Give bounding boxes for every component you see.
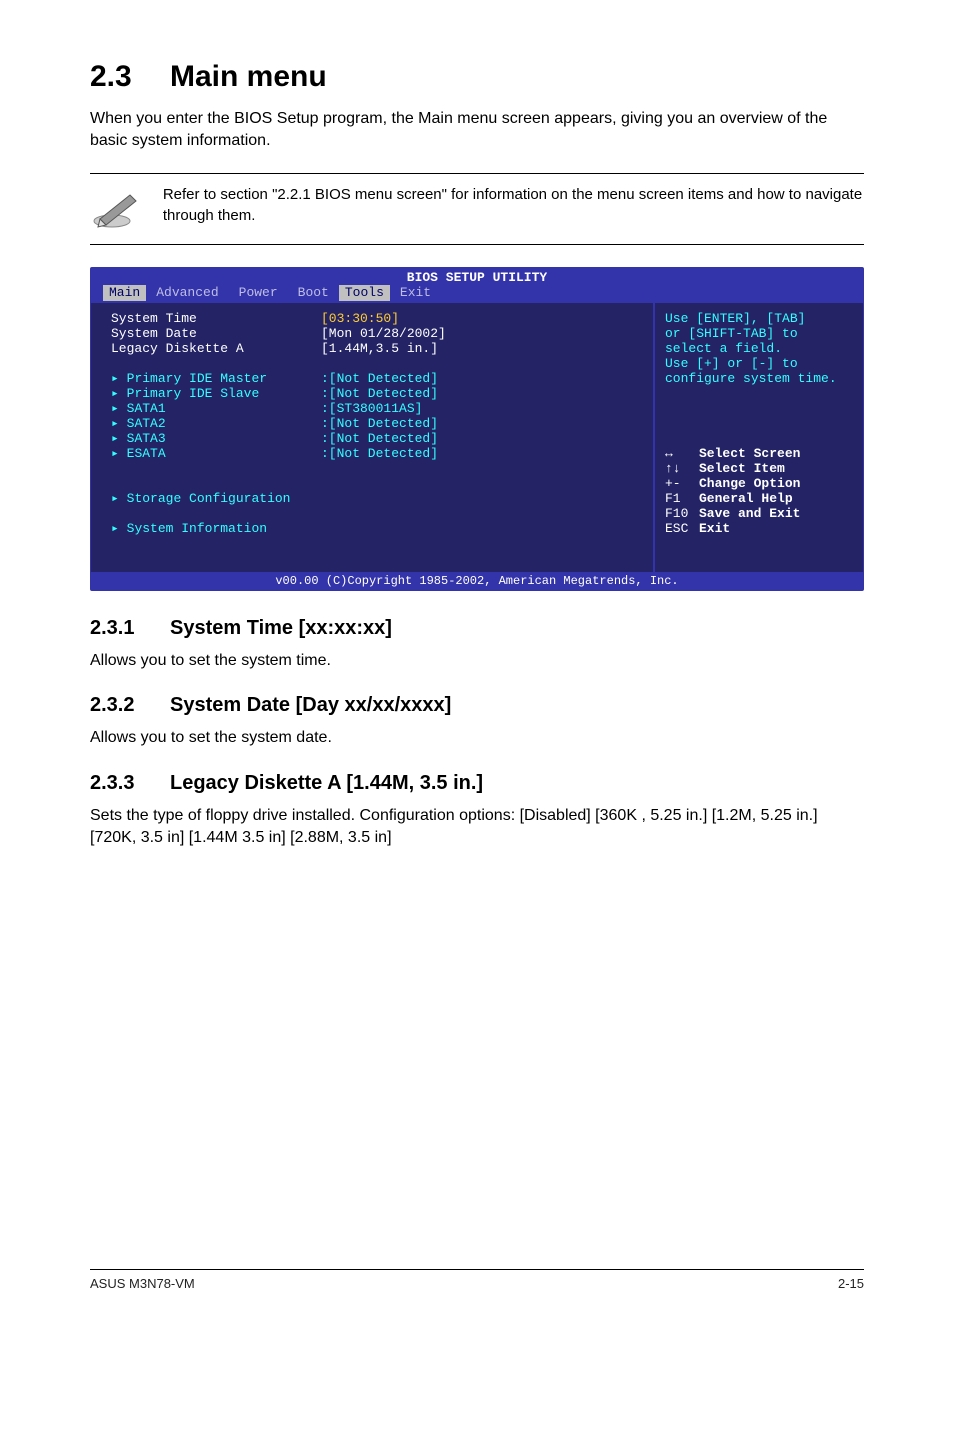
section-intro: When you enter the BIOS Setup program, t… xyxy=(90,108,864,153)
bios-item-label[interactable]: ▸ Primary IDE Slave xyxy=(111,386,321,401)
subsection-title: System Time [xx:xx:xx] xyxy=(170,617,392,639)
footer-right: 2-15 xyxy=(838,1276,864,1291)
bios-item-label[interactable]: ▸ ESATA xyxy=(111,446,321,461)
bios-item-value: :[Not Detected] xyxy=(321,431,438,446)
bios-help-keys: ↔Select Screen ↑↓Select Item +-Change Op… xyxy=(665,446,853,536)
bios-main-panel: System Time [03:30:50] System Date [Mon … xyxy=(91,303,653,572)
bios-tab-boot[interactable]: Boot xyxy=(288,285,339,301)
bios-item-value: :[ST380011AS] xyxy=(321,401,422,416)
note-pencil-icon xyxy=(90,184,143,234)
bios-menubar: Main Advanced Power Boot Tools Exit xyxy=(91,285,863,303)
bios-tab-exit[interactable]: Exit xyxy=(390,285,441,301)
bios-item-value: :[Not Detected] xyxy=(321,371,438,386)
subsection-heading: 2.3.1System Time [xx:xx:xx] xyxy=(90,617,864,640)
bios-item-value: :[Not Detected] xyxy=(321,446,438,461)
subsection-number: 2.3.1 xyxy=(90,617,170,640)
section-number: 2.3 xyxy=(90,60,170,94)
bios-date-label: System Date xyxy=(111,326,321,341)
bios-item-label[interactable]: ▸ Primary IDE Master xyxy=(111,371,321,386)
subsection-number: 2.3.2 xyxy=(90,694,170,717)
bios-help-line: select a field. xyxy=(665,341,853,356)
subsection-heading: 2.3.3Legacy Diskette A [1.44M, 3.5 in.] xyxy=(90,772,864,795)
bios-group[interactable]: ▸ Storage Configuration xyxy=(111,491,643,506)
bios-tab-main[interactable]: Main xyxy=(103,285,146,301)
bios-tab-power[interactable]: Power xyxy=(229,285,288,301)
bios-date-value[interactable]: [Mon 01/28/2002] xyxy=(321,326,446,341)
footer-left: ASUS M3N78-VM xyxy=(90,1276,195,1291)
bios-group[interactable]: ▸ System Information xyxy=(111,521,643,536)
note-block: Refer to section "2.2.1 BIOS menu screen… xyxy=(90,173,864,245)
bios-help-line: Use [+] or [-] to xyxy=(665,356,853,371)
bios-item-label[interactable]: ▸ SATA2 xyxy=(111,416,321,431)
subsection-title: Legacy Diskette A [1.44M, 3.5 in.] xyxy=(170,772,483,794)
subsection-body: Sets the type of floppy drive installed.… xyxy=(90,805,864,850)
bios-item-value: :[Not Detected] xyxy=(321,416,438,431)
subsection-heading: 2.3.2System Date [Day xx/xx/xxxx] xyxy=(90,694,864,717)
subsection-title: System Date [Day xx/xx/xxxx] xyxy=(170,694,451,716)
bios-help-line: or [SHIFT-TAB] to xyxy=(665,326,853,341)
bios-item-value: :[Not Detected] xyxy=(321,386,438,401)
bios-item-label[interactable]: ▸ SATA3 xyxy=(111,431,321,446)
bios-diskette-value[interactable]: [1.44M,3.5 in.] xyxy=(321,341,438,356)
bios-title: BIOS SETUP UTILITY xyxy=(91,268,863,285)
subsection-body: Allows you to set the system time. xyxy=(90,650,864,672)
section-title: Main menu xyxy=(170,60,327,93)
bios-time-label: System Time xyxy=(111,311,321,326)
bios-diskette-label: Legacy Diskette A xyxy=(111,341,321,356)
bios-help-line: Use [ENTER], [TAB] xyxy=(665,311,853,326)
bios-screenshot: BIOS SETUP UTILITY Main Advanced Power B… xyxy=(90,267,864,591)
bios-footer: v00.00 (C)Copyright 1985-2002, American … xyxy=(91,572,863,590)
bios-time-value[interactable]: [03:30:50] xyxy=(321,311,399,326)
bios-item-label[interactable]: ▸ SATA1 xyxy=(111,401,321,416)
bios-tab-tools[interactable]: Tools xyxy=(339,285,390,301)
page-footer: ASUS M3N78-VM 2-15 xyxy=(90,1270,864,1291)
note-text: Refer to section "2.2.1 BIOS menu screen… xyxy=(163,184,864,226)
bios-tab-advanced[interactable]: Advanced xyxy=(146,285,228,301)
section-heading: 2.3Main menu xyxy=(90,60,864,94)
bios-help-panel: Use [ENTER], [TAB] or [SHIFT-TAB] to sel… xyxy=(653,303,863,572)
subsection-body: Allows you to set the system date. xyxy=(90,727,864,749)
subsection-number: 2.3.3 xyxy=(90,772,170,795)
bios-help-line: configure system time. xyxy=(665,371,853,386)
